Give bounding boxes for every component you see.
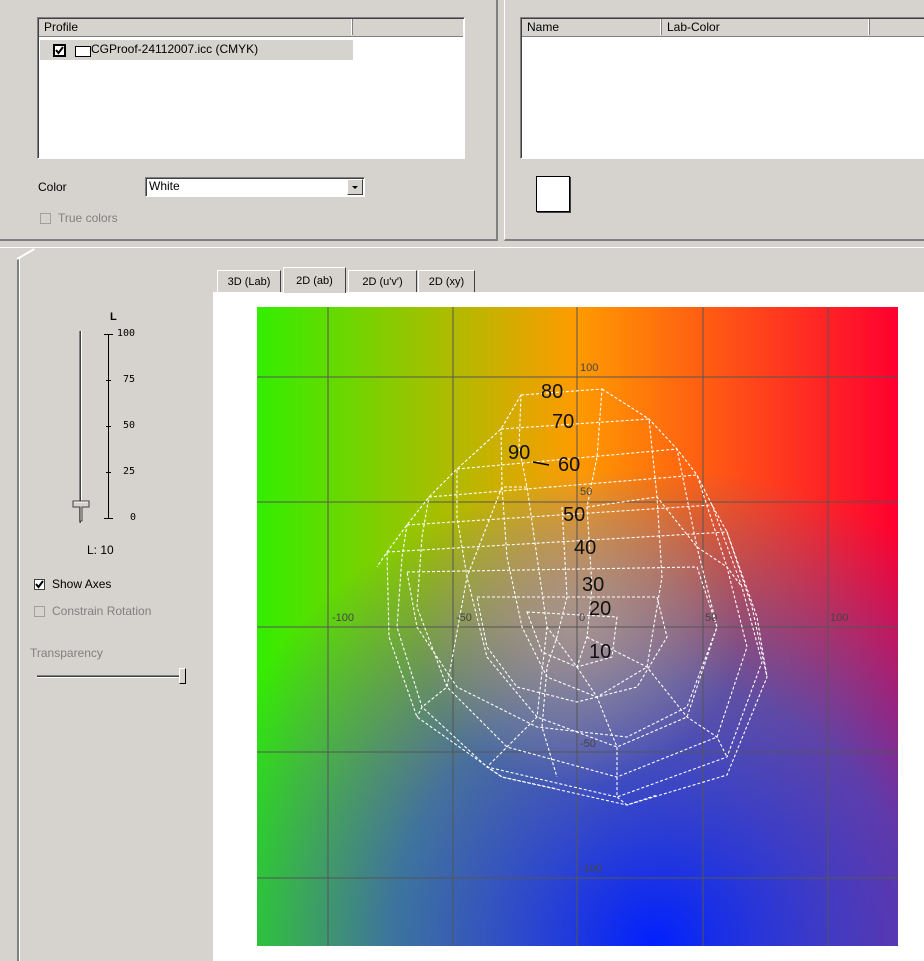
contour-label-50: 50 xyxy=(563,504,586,526)
checkmark-icon xyxy=(35,580,44,589)
true-colors-checkbox[interactable] xyxy=(40,213,51,224)
l-scale-label-25: 25 xyxy=(123,466,136,477)
contour-label-60: 60 xyxy=(558,454,581,476)
l-scale-label-75: 75 xyxy=(123,374,136,385)
l-scale-tick-75 xyxy=(106,380,111,381)
axis-a-label-neg100: -100 xyxy=(332,612,355,624)
l-scale-label-100: 100 xyxy=(117,328,136,339)
color-select[interactable]: White xyxy=(145,177,365,197)
show-axes-label: Show Axes xyxy=(52,577,112,591)
axis-a-label-100: 100 xyxy=(830,612,849,624)
contour-label-40: 40 xyxy=(574,537,597,559)
color-swatch-button[interactable] xyxy=(536,176,570,212)
tab-2d-xy[interactable]: 2D (xy) xyxy=(418,270,475,292)
tab-3d-lab[interactable]: 3D (Lab) xyxy=(217,270,281,292)
colors-list-header: Name Lab-Color xyxy=(522,19,924,37)
profile-list-item[interactable]: CGProof-24112007.icc (CMYK) xyxy=(40,40,353,60)
axis-b-label-neg50: -50 xyxy=(580,738,596,750)
tab-2d-ab[interactable]: 2D (ab) xyxy=(283,267,346,293)
color-select-dropdown-button[interactable] xyxy=(347,179,363,195)
profile-group: Profile CGProof-24112007.icc (CMYK) Colo… xyxy=(0,0,498,241)
l-scale-tick-100 xyxy=(104,334,113,335)
l-slider-thumb[interactable] xyxy=(72,500,92,522)
colors-column-name[interactable]: Name xyxy=(522,19,662,35)
profile-item-checkbox[interactable] xyxy=(53,44,66,57)
l-scale-tick-0 xyxy=(104,518,113,519)
contour-label-70: 70 xyxy=(552,411,575,433)
color-select-value: White xyxy=(149,179,180,193)
transparency-slider-thumb[interactable] xyxy=(179,668,186,684)
transparency-label: Transparency xyxy=(30,646,103,660)
show-axes-checkbox[interactable] xyxy=(34,579,45,590)
colors-list[interactable]: Name Lab-Color xyxy=(520,17,924,159)
axis-b-label-100: 100 xyxy=(580,362,599,374)
l-value-label: L: 10 xyxy=(87,543,114,557)
l-axis-title: L xyxy=(110,311,117,323)
l-slider-track[interactable] xyxy=(79,331,82,523)
tab-2d-uv[interactable]: 2D (u'v') xyxy=(348,270,417,292)
colors-column-lab[interactable]: Lab-Color xyxy=(662,19,870,35)
contour-label-10: 10 xyxy=(589,641,612,663)
axis-a-label-50: 50 xyxy=(705,612,718,624)
contour-label-80: 80 xyxy=(541,381,564,403)
ab-plot[interactable] xyxy=(257,307,898,946)
color-label: Color xyxy=(38,180,67,194)
profile-list-header: Profile xyxy=(39,19,463,37)
checkmark-icon xyxy=(55,46,64,55)
axis-b-label-50: 50 xyxy=(580,486,593,498)
true-colors-label: True colors xyxy=(58,211,118,225)
profile-column-header[interactable]: Profile xyxy=(39,19,353,35)
chevron-down-icon xyxy=(352,186,358,189)
l-scale-label-0: 0 xyxy=(130,512,137,523)
contour-label-30: 30 xyxy=(582,574,605,596)
contour-label-20: 20 xyxy=(589,598,612,620)
axis-a-label-neg50: -50 xyxy=(456,612,472,624)
view-group-corner xyxy=(16,248,35,260)
constrain-rotation-checkbox[interactable] xyxy=(34,606,45,617)
colors-column-extra[interactable] xyxy=(870,19,924,35)
l-scale-label-50: 50 xyxy=(123,420,136,431)
constrain-rotation-label: Constrain Rotation xyxy=(52,604,152,618)
l-scale-tick-50 xyxy=(106,426,111,427)
l-scale-tick-25 xyxy=(106,472,111,473)
profile-color-swatch-icon xyxy=(75,46,91,57)
profile-column-empty xyxy=(353,19,463,35)
axis-b-label-neg100: -100 xyxy=(580,863,603,875)
axis-a-label-0: 0 xyxy=(579,612,586,624)
profile-list[interactable]: Profile CGProof-24112007.icc (CMYK) xyxy=(37,17,465,159)
transparency-slider-track[interactable] xyxy=(37,675,186,678)
profile-item-label: CGProof-24112007.icc (CMYK) xyxy=(91,42,259,56)
view-group-left-edge xyxy=(17,258,19,961)
contour-label-90: 90 xyxy=(508,442,531,464)
colors-group: Name Lab-Color xyxy=(504,0,924,241)
